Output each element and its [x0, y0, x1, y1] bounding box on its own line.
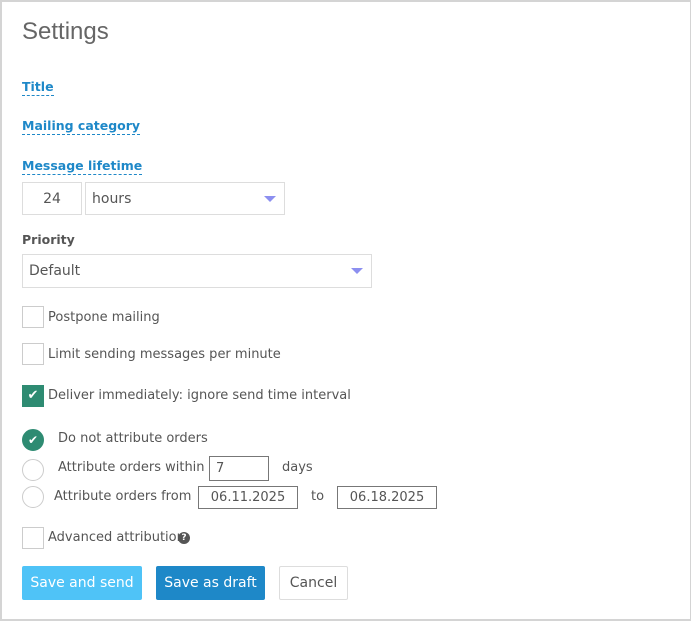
attribute-from-label: Attribute orders from — [54, 489, 192, 504]
lifetime-unit-select[interactable]: hours — [85, 182, 285, 215]
attribute-from-radio[interactable] — [22, 486, 44, 508]
deliver-label: Deliver immediately: ignore send time in… — [48, 388, 351, 403]
save-and-send-button[interactable]: Save and send — [22, 566, 142, 600]
limit-checkbox[interactable] — [22, 343, 44, 365]
save-as-draft-button[interactable]: Save as draft — [156, 566, 265, 600]
postpone-checkbox[interactable] — [22, 306, 44, 328]
days-input[interactable]: 7 — [209, 456, 269, 481]
from-date-input[interactable]: 06.11.2025 — [198, 486, 298, 509]
chevron-down-icon — [351, 268, 363, 274]
limit-label: Limit sending messages per minute — [48, 347, 281, 362]
priority-select[interactable]: Default — [22, 254, 372, 288]
postpone-label: Postpone mailing — [48, 310, 160, 325]
check-icon: ✔ — [27, 433, 39, 447]
check-icon: ✔ — [27, 388, 39, 403]
message-lifetime-link[interactable]: Message lifetime — [22, 158, 143, 175]
page-title: Settings — [22, 18, 109, 45]
mailing-category-link[interactable]: Mailing category — [22, 118, 141, 135]
no-attribution-label: Do not attribute orders — [58, 431, 208, 446]
days-label: days — [282, 460, 313, 475]
to-label: to — [311, 489, 325, 504]
chevron-down-icon — [264, 195, 276, 202]
advanced-attribution-label: Advanced attribution — [48, 530, 185, 545]
priority-value: Default — [29, 263, 81, 279]
title-link[interactable]: Title — [22, 79, 54, 96]
attribute-within-radio[interactable] — [22, 459, 44, 481]
to-date-input[interactable]: 06.18.2025 — [337, 486, 437, 509]
lifetime-unit-value: hours — [92, 190, 132, 207]
attribute-within-label: Attribute orders within — [58, 460, 205, 475]
no-attribution-radio[interactable]: ✔ — [22, 429, 44, 451]
lifetime-value-input[interactable]: 24 — [22, 182, 82, 215]
priority-label: Priority — [22, 232, 75, 247]
deliver-checkbox[interactable]: ✔ — [22, 385, 44, 407]
help-icon[interactable]: ? — [178, 532, 190, 544]
advanced-attribution-checkbox[interactable] — [22, 527, 44, 549]
cancel-button[interactable]: Cancel — [279, 566, 348, 600]
